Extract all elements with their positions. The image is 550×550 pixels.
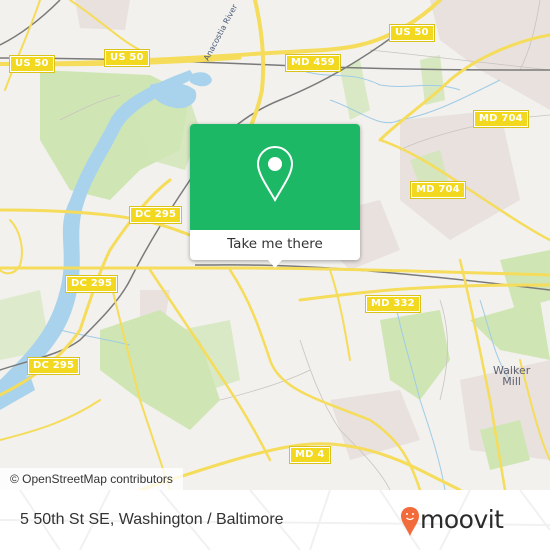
- road-shield-md4: MD 4: [289, 446, 331, 464]
- map-view[interactable]: US 50 US 50 US 50 MD 459 MD 704 MD 704 D…: [0, 0, 550, 490]
- road-shield-dc295-south: DC 295: [26, 357, 81, 375]
- road-shield-us50-east: US 50: [389, 24, 435, 42]
- footer-bar: 5 50th St SE, Washington / Baltimore moo…: [0, 490, 550, 550]
- map-attribution[interactable]: © OpenStreetMap contributors: [0, 468, 183, 490]
- road-shield-dc295-north: DC 295: [128, 206, 183, 224]
- road-shield-md459: MD 459: [285, 54, 341, 72]
- road-shield-md332: MD 332: [365, 295, 421, 313]
- moovit-wordmark: moovit: [420, 505, 504, 534]
- moovit-pin-icon: [401, 507, 419, 536]
- road-shield-dc295-mid: DC 295: [64, 275, 119, 293]
- road-shield-us50-center: US 50: [104, 49, 150, 67]
- road-shield-md704-south: MD 704: [410, 181, 466, 199]
- place-label-line2: Mill: [502, 375, 521, 388]
- road-shield-md704-north: MD 704: [473, 110, 529, 128]
- popup-header: [190, 124, 360, 230]
- road-shield-us50-west: US 50: [9, 55, 55, 73]
- popup-pointer: [268, 260, 282, 268]
- map-pin-icon: [256, 145, 294, 203]
- destination-address: 5 50th St SE, Washington / Baltimore: [20, 511, 284, 528]
- destination-popup: Take me there: [190, 124, 360, 268]
- moovit-logo[interactable]: moovit: [400, 504, 540, 538]
- take-me-there-button[interactable]: Take me there: [190, 230, 360, 260]
- place-label-walker-mill: Walker Mill: [493, 365, 530, 387]
